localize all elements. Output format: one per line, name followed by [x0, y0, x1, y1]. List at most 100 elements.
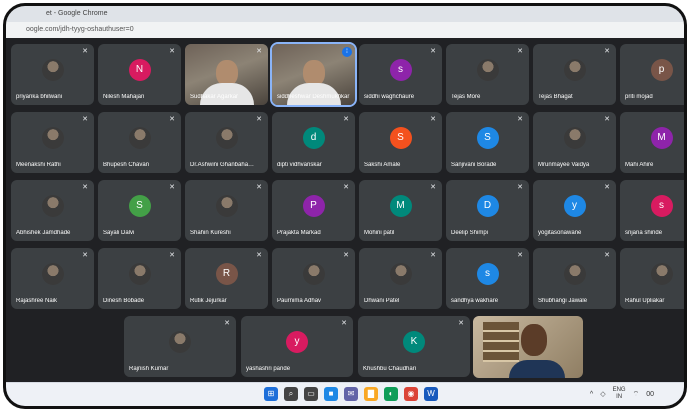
chevron-up-icon[interactable]: ^ [590, 391, 593, 398]
avatar-photo [41, 127, 64, 149]
avatar-initial: y [286, 331, 308, 353]
mic-muted-icon: ✕ [430, 252, 436, 259]
clock[interactable]: 00 [646, 391, 654, 398]
participant-tile[interactable]: D ✕ Deelip Shimpi [446, 180, 529, 241]
participant-tile[interactable]: d ✕ dipti vidhvanskar [272, 112, 355, 173]
word-icon[interactable]: W [424, 387, 438, 401]
mic-muted-icon: ✕ [343, 252, 349, 259]
mic-muted-icon: ✕ [517, 116, 523, 123]
windows-start-icon[interactable]: ⊞ [264, 387, 278, 401]
self-view-video[interactable] [473, 316, 583, 378]
wifi-icon[interactable]: ⌔ [633, 390, 640, 399]
participant-tile[interactable]: ✕ Abhishek Jamdhade [11, 180, 94, 241]
participant-tile[interactable]: ✕ Rajnish Kumar [124, 316, 236, 377]
chat-icon[interactable]: ✉ [344, 387, 358, 401]
participant-tile[interactable]: N ✕ Nilesh Mahajan [98, 44, 181, 105]
participant-tile[interactable]: R ✕ Rutik Jejurkar [185, 248, 268, 309]
participant-tile[interactable]: ✕ Shubhangi Jawale [533, 248, 616, 309]
participant-tile[interactable]: ✕ Tejas Bhagat [533, 44, 616, 105]
participant-tile[interactable]: M ✕ Mohini patil [359, 180, 442, 241]
mic-muted-icon: ✕ [224, 320, 230, 327]
search-icon[interactable]: ⌕ [284, 387, 298, 401]
participant-tile[interactable]: s✕snjana shinde [620, 180, 684, 241]
participant-name: yashashri pande [246, 366, 291, 372]
avatar-initial: M [650, 127, 673, 149]
participant-name: priyanka bhilwani [16, 94, 63, 100]
avatar-photo [563, 263, 586, 285]
avatar-initial: D [476, 195, 499, 217]
participant-tile[interactable]: p✕priti mojad [620, 44, 684, 105]
participant-tile[interactable]: ⁞ siddheshwar Deshmukhkar [270, 42, 357, 107]
task-view-icon[interactable]: ▭ [304, 387, 318, 401]
participant-tile[interactable]: ✕ Meenakshi Rathi [11, 112, 94, 173]
widgets-icon[interactable]: ■ [324, 387, 338, 401]
avatar-initial: P [302, 195, 325, 217]
avatar-photo [128, 127, 151, 149]
participant-tile[interactable]: ✕ Sudhakar Agarkar [185, 44, 268, 105]
mic-muted-icon: ✕ [604, 116, 610, 123]
participant-tile[interactable]: ✕ Dinesh Bobade [98, 248, 181, 309]
mic-muted-icon: ✕ [256, 48, 262, 55]
participant-name: priti mojad [625, 94, 653, 100]
mic-muted-icon: ✕ [517, 184, 523, 191]
mic-muted-icon: ✕ [604, 48, 610, 55]
participant-name: Rutik Jejurkar [190, 298, 227, 304]
participant-name: Tejas Bhagat [538, 94, 573, 100]
avatar-initial: S [389, 127, 412, 149]
participant-tile[interactable]: ✕ Shahin Kureshi [185, 180, 268, 241]
participant-name: sandhya wakhare [451, 298, 499, 304]
chrome-icon[interactable]: ◉ [404, 387, 418, 401]
mic-muted-icon: ✕ [517, 48, 523, 55]
mic-muted-icon: ✕ [82, 48, 88, 55]
participant-tile[interactable]: S ✕ Sanjivani Borade [446, 112, 529, 173]
screen-frame: et - Google Chrome oogle.com/jdh-tyyg-os… [3, 3, 687, 409]
participant-tile[interactable]: S ✕ Sakshi Amale [359, 112, 442, 173]
mic-muted-icon: ✕ [169, 252, 175, 259]
participant-tile[interactable]: y ✕ yogitasonawane [533, 180, 616, 241]
avatar-photo [563, 59, 586, 81]
participant-tile[interactable]: K ✕ Khushbu Chaudhari [358, 316, 470, 377]
participant-tile[interactable]: S ✕ Sayali Dalvi [98, 180, 181, 241]
participant-tile[interactable]: ✕Rahul Upliakar [620, 248, 684, 309]
file-explorer-icon[interactable]: ▇ [364, 387, 378, 401]
participant-tile[interactable]: s ✕ sandhya wakhare [446, 248, 529, 309]
participant-name: siddheshwar Deshmukhkar [277, 94, 350, 100]
participant-tile[interactable]: ✕ Dhwani Patel [359, 248, 442, 309]
mic-muted-icon: ✕ [430, 116, 436, 123]
participant-tile[interactable]: ✕ Mrunmayee Vaidya [533, 112, 616, 173]
participant-name: Mohini patil [364, 230, 395, 236]
participant-tile[interactable]: y ✕ yashashri pande [241, 316, 353, 377]
participant-tile[interactable]: ✕ Tejas More [446, 44, 529, 105]
language-indicator[interactable]: ENG IN [613, 387, 626, 401]
address-bar[interactable]: oogle.com/jdh-tyyg-oshauthuser=0 [6, 22, 684, 38]
participant-tile[interactable]: P ✕ Prajakta Markad [272, 180, 355, 241]
mic-muted-icon: ✕ [256, 116, 262, 123]
participant-tile[interactable]: M✕Mahi Ahire [620, 112, 684, 173]
avatar-photo [169, 331, 191, 353]
network-icon[interactable]: ◇ [600, 390, 605, 398]
participant-name: Rahul Upliakar [625, 298, 665, 304]
mic-muted-icon: ✕ [343, 184, 349, 191]
participant-name: Sakshi Amale [364, 162, 401, 168]
participant-name: dipti vidhvanskar [277, 162, 322, 168]
avatar-initial: p [650, 59, 673, 81]
self-shirt [509, 360, 565, 378]
participant-tile[interactable]: s ✕ siddhi waghchaure [359, 44, 442, 105]
participant-tile[interactable]: ✕ Paurnima Adhav [272, 248, 355, 309]
mic-muted-icon: ✕ [169, 48, 175, 55]
participant-name: Deelip Shimpi [451, 230, 489, 236]
avatar-photo [128, 263, 151, 285]
participant-tile[interactable]: ✕ Rajashree Naik [11, 248, 94, 309]
participant-name: Mahi Ahire [625, 162, 654, 168]
avatar-initial: R [215, 263, 238, 285]
mic-muted-icon: ✕ [343, 116, 349, 123]
participant-tile[interactable]: ✕ Bhupesh Chavan [98, 112, 181, 173]
participant-name: Sanjivani Borade [451, 162, 497, 168]
edge-icon[interactable]: ◐ [384, 387, 398, 401]
participant-tile[interactable]: ✕ Dr.Ashwini Ghanbaha… [185, 112, 268, 173]
mic-muted-icon: ✕ [458, 320, 464, 327]
system-tray: ^ ◇ ENG IN ⌔ 00 [590, 387, 654, 401]
mic-muted-icon: ✕ [604, 252, 610, 259]
participant-tile[interactable]: ✕ priyanka bhilwani [11, 44, 94, 105]
avatar-photo [650, 263, 673, 285]
